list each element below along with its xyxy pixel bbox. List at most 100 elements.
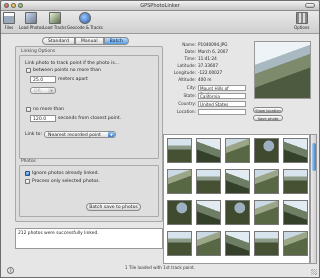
save-photo-button[interactable]: Save photo	[253, 115, 283, 121]
linking-intro-text: Link photo to track point if the photo i…	[25, 61, 120, 66]
bottom-status-text: 1 Tile loaded with 1st track point.	[124, 265, 196, 270]
info-value: -122.00027	[198, 70, 223, 75]
tab-batch[interactable]: Batch	[103, 37, 129, 45]
info-label: Longitude:	[173, 70, 196, 75]
operator-popup-value: OR	[34, 89, 41, 94]
link-to-row: Link to: Nearest recorded point ▼	[25, 131, 117, 138]
batch-save-button[interactable]: Batch save to photos	[86, 203, 141, 211]
info-row-time: Time: 11:41:24	[171, 55, 216, 62]
tab-manual[interactable]: Manual	[74, 37, 104, 45]
info-row-country: Country: United States	[171, 100, 246, 107]
load-tracks-icon	[48, 12, 61, 24]
thumbnail-scrollbar[interactable]	[310, 134, 317, 264]
time-label: no more than	[33, 107, 64, 112]
info-row-city: City:Mount Hills of Sanjose	[171, 84, 246, 97]
toolbar-label: Load Photos	[19, 25, 44, 30]
photo-thumbnail[interactable]	[196, 200, 221, 225]
photo-thumbnail[interactable]	[254, 231, 279, 256]
photo-thumbnail[interactable]	[225, 138, 250, 163]
link-to-popup[interactable]: Nearest recorded point ▼	[44, 131, 117, 138]
photo-thumbnail[interactable]	[254, 138, 279, 163]
show-location-button[interactable]: Show location	[253, 107, 283, 113]
between-points-row: between points no more than	[26, 68, 101, 73]
info-label: Time:	[184, 56, 196, 61]
between-points-label: between points no more than	[33, 68, 101, 73]
photo-thumbnail[interactable]	[283, 200, 308, 225]
process-row: Process only selected photos.	[25, 179, 100, 184]
info-label: Altitude:	[178, 77, 196, 82]
info-row-location: Location:	[171, 108, 246, 115]
photo-thumbnail[interactable]	[167, 231, 192, 256]
chevron-down-icon: ▼	[108, 132, 116, 137]
info-label: Latitude:	[177, 63, 196, 68]
status-text: 212 photos were successfully linked.	[18, 231, 99, 236]
chevron-down-icon: ▼	[48, 88, 55, 93]
ignore-linked-checkbox[interactable]: ✓	[25, 171, 30, 176]
toolbar-load-photos-button[interactable]: Load Photos	[19, 12, 43, 30]
process-selected-checkbox[interactable]	[25, 179, 30, 184]
toolbar-label: Geocode & Tracks	[67, 25, 103, 30]
distance-unit-label: meters apart	[58, 77, 88, 82]
photo-thumbnail[interactable]	[254, 169, 279, 194]
load-photos-icon	[25, 12, 38, 24]
resize-grip-icon[interactable]	[311, 269, 317, 275]
tab-standard[interactable]: Standard	[42, 37, 75, 45]
toolbar-label: Options	[294, 25, 310, 30]
scrollbar-thumb[interactable]	[312, 143, 316, 171]
geocode-icon	[78, 12, 91, 24]
distance-row: 25.0 meters apart	[30, 76, 88, 83]
linking-options-title: Linking Options	[21, 49, 56, 54]
city-field[interactable]: Mount Hills of Sanjose	[198, 84, 246, 97]
time-row: no more than	[26, 107, 64, 112]
info-value: 400 m	[198, 77, 212, 82]
photo-thumbnail[interactable]	[196, 231, 221, 256]
photo-thumbnail-grid	[163, 134, 310, 264]
mode-tabs: Standard Manual Batch	[42, 37, 129, 45]
toolbar-files-button[interactable]: Files	[3, 12, 15, 30]
photo-thumbnail[interactable]	[254, 200, 279, 225]
info-row-longitude: Longitude: -122.00027	[171, 69, 222, 76]
photos-title: Photos	[21, 159, 36, 164]
seconds-field[interactable]: 120.0	[30, 115, 56, 122]
toolbar-label: Files	[4, 25, 14, 30]
info-row-latitude: Latitude: 37.33607	[171, 62, 218, 69]
toolbar-options-button[interactable]: Options	[294, 12, 309, 30]
time-checkbox[interactable]	[26, 107, 31, 112]
photo-thumbnail[interactable]	[196, 138, 221, 163]
photo-thumbnail[interactable]	[167, 200, 192, 225]
photo-thumbnail[interactable]	[283, 231, 308, 256]
photo-preview	[254, 41, 311, 99]
location-field[interactable]	[198, 108, 246, 115]
title-bar: GPSPhotoLinker	[1, 1, 319, 11]
toolbar-label: Load Tracks	[43, 25, 67, 30]
process-selected-label: Process only selected photos.	[32, 179, 101, 184]
distance-field[interactable]: 25.0	[30, 76, 56, 83]
operator-row: OR ▼	[30, 87, 56, 94]
info-label: City:	[186, 85, 196, 90]
info-row-name: Name: P1040094.JPG	[171, 41, 228, 48]
photo-thumbnail[interactable]	[167, 138, 192, 163]
info-value: P1040094.JPG	[198, 42, 228, 47]
ignore-row: ✓ Ignore photos already linked.	[25, 171, 99, 176]
toolbar-load-tracks-button[interactable]: Load Tracks	[43, 12, 66, 30]
status-box: 212 photos were successfully linked.	[15, 228, 163, 249]
photo-thumbnail[interactable]	[225, 169, 250, 194]
photo-thumbnail[interactable]	[225, 200, 250, 225]
photo-thumbnail[interactable]	[196, 169, 221, 194]
toolbar: Files Load Photos Load Tracks Geocode & …	[1, 11, 319, 34]
info-label: Name:	[182, 42, 196, 47]
info-label: Country:	[178, 101, 196, 106]
photo-thumbnail[interactable]	[283, 169, 308, 194]
operator-popup[interactable]: OR ▼	[30, 87, 56, 94]
photo-thumbnail[interactable]	[283, 138, 308, 163]
between-points-checkbox[interactable]	[26, 68, 31, 73]
photo-thumbnail[interactable]	[167, 169, 192, 194]
photo-thumbnail[interactable]	[225, 231, 250, 256]
country-field[interactable]: United States	[198, 100, 246, 107]
seconds-row: 120.0 seconds from closest point.	[30, 115, 121, 122]
toolbar-toggle-button[interactable]	[305, 3, 315, 8]
state-field[interactable]: California	[198, 92, 246, 99]
info-label: Date:	[184, 49, 196, 54]
toolbar-geocode-button[interactable]: Geocode & Tracks	[67, 12, 103, 30]
link-to-popup-value: Nearest recorded point	[48, 133, 101, 138]
